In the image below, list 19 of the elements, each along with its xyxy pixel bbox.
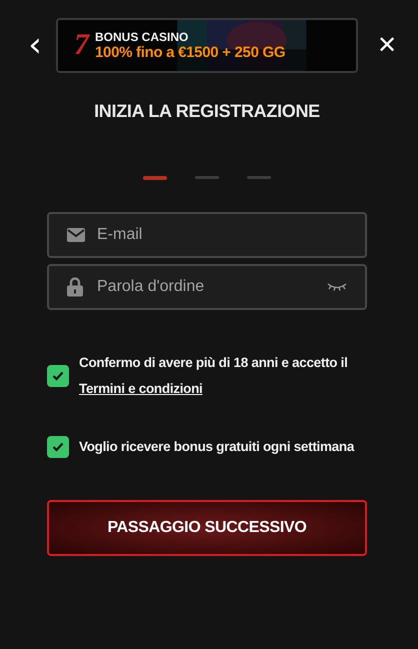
logo: 7 [74,28,89,62]
checkbox[interactable] [47,365,69,387]
password-field[interactable]: Parola d'ordine [47,264,367,310]
closed-eye-icon[interactable] [327,283,347,291]
bonus-offer: 100% fino a €1500 + 250 GG [95,44,286,60]
email-field[interactable]: E-mail [47,212,367,258]
next-step-button[interactable]: PASSAGGIO SUCCESSIVO [47,500,367,556]
close-button[interactable]: ✕ [374,33,400,57]
lock-icon [67,278,83,296]
page-title: INIZIA LA REGISTRAZIONE [93,101,321,122]
checkbox[interactable] [47,436,69,458]
envelope-icon [67,228,85,242]
back-button[interactable]: ‹ [24,28,46,62]
banner-title: BONUS CASINO [95,30,190,44]
terms-link[interactable]: Termini e condizioni [79,381,203,396]
checkbox-label: Voglio ricevere bonus gratuiti ogni settimana [79,438,354,456]
checkbox-label: Confermo di avere più di 18 anni e accetto il Termini e condizioni [79,354,349,398]
check-icon [52,442,64,452]
check-icon [52,371,64,381]
